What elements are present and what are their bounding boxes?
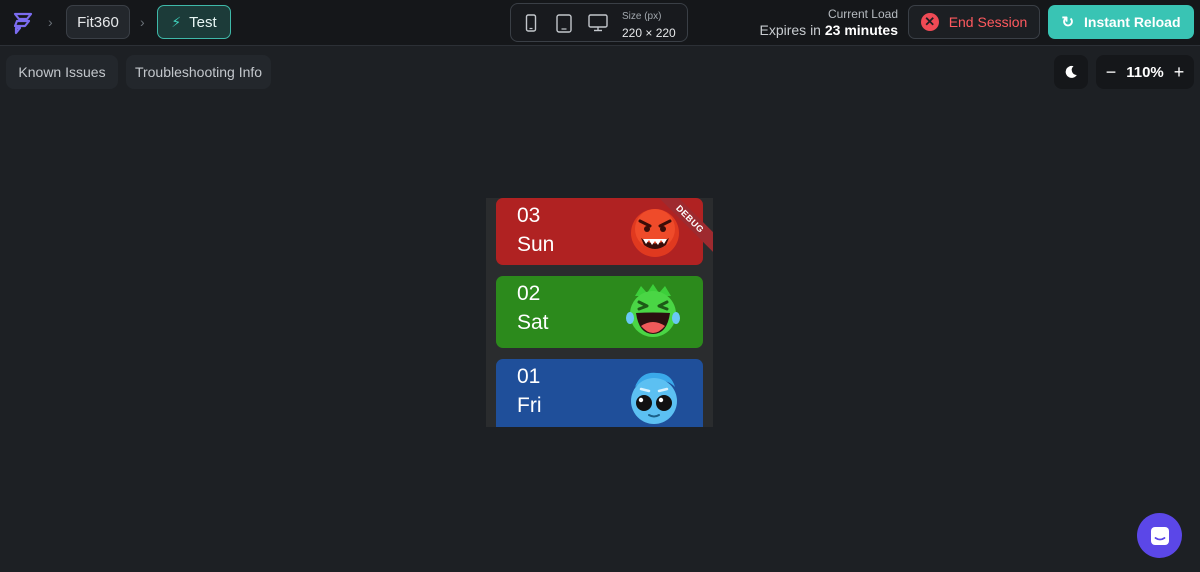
moon-icon [1065,65,1077,78]
chat-support-button[interactable] [1137,513,1182,558]
expires-value: 23 minutes [824,22,898,38]
size-value: 220 × 220 [622,26,676,40]
zoom-control: − 110% + [1096,55,1194,89]
tablet-icon[interactable] [556,14,572,33]
instant-reload-button[interactable]: ↻ Instant Reload [1048,5,1194,39]
theme-toggle-button[interactable] [1054,55,1088,89]
bolt-icon: ⚡︎ [171,13,182,30]
chevron-right-icon: › [140,14,145,30]
phone-icon[interactable] [525,14,537,32]
troubleshooting-label: Troubleshooting Info [134,64,263,80]
end-session-label: End Session [948,14,1028,30]
chevron-right-icon: › [48,14,53,30]
end-session-button[interactable]: ✕ End Session [908,5,1040,39]
day-card[interactable]: 01 Fri [496,359,703,427]
instant-reload-label: Instant Reload [1084,14,1181,30]
device-size-selector: Size (px) 220 × 220 [510,3,688,42]
chat-icon [1150,526,1169,545]
size-label: Size (px) [622,11,662,22]
reload-icon: ↻ [1061,14,1075,31]
test-mode-label: Test [189,13,217,31]
current-load-label: Current Load [827,7,898,21]
day-card[interactable]: 02 Sat [496,276,703,348]
project-breadcrumb[interactable]: Fit360 [66,5,130,39]
expires-prefix: Expires in [759,22,821,38]
app-logo-icon[interactable] [10,10,36,36]
zoom-level: 110% [1126,63,1164,81]
device-preview[interactable]: 03 Sun 02 Sat 01 Fri DEBUG [486,198,713,427]
session-expiry: Expires in 23 minutes [760,22,899,38]
known-issues-label: Known Issues [18,64,106,80]
troubleshooting-info-button[interactable]: Troubleshooting Info [126,55,271,89]
zoom-out-button[interactable]: − [1104,62,1118,83]
laughing-monster-icon [626,284,680,337]
debug-banner: DEBUG [653,198,713,258]
zoom-in-button[interactable]: + [1172,62,1186,83]
top-bar: › Fit360 › ⚡︎ Test Size (px) 220 × 220 C… [0,0,1200,46]
project-name: Fit360 [77,13,119,31]
test-mode-button[interactable]: ⚡︎ Test [157,5,231,39]
cool-monster-icon [631,372,677,424]
close-circle-icon: ✕ [920,13,939,31]
desktop-icon[interactable] [588,14,608,32]
debug-banner-label: DEBUG [653,198,713,256]
known-issues-button[interactable]: Known Issues [6,55,118,89]
